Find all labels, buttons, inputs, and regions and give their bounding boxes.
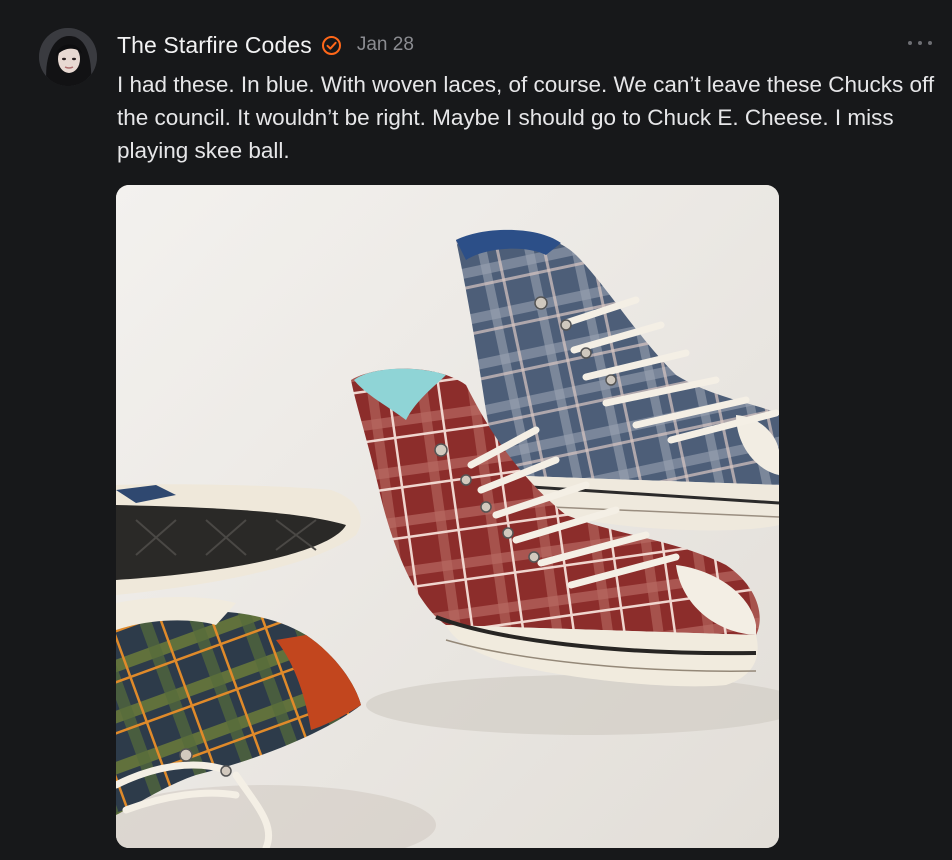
post-body: I had these. In blue. With woven laces, …	[117, 72, 935, 163]
more-dot	[928, 41, 932, 45]
verified-badge-icon	[321, 35, 342, 56]
post-date[interactable]: Jan 28	[357, 34, 414, 56]
more-options-icon[interactable]	[908, 34, 932, 52]
post-image[interactable]	[116, 185, 779, 848]
author-avatar[interactable]	[39, 28, 97, 86]
post: The Starfire Codes Jan 28 I had these. I…	[0, 0, 952, 860]
sneakers-photo	[116, 185, 779, 848]
post-header: The Starfire Codes Jan 28	[117, 30, 414, 60]
author-name[interactable]: The Starfire Codes	[117, 32, 312, 59]
more-dot	[918, 41, 922, 45]
more-dot	[908, 41, 912, 45]
